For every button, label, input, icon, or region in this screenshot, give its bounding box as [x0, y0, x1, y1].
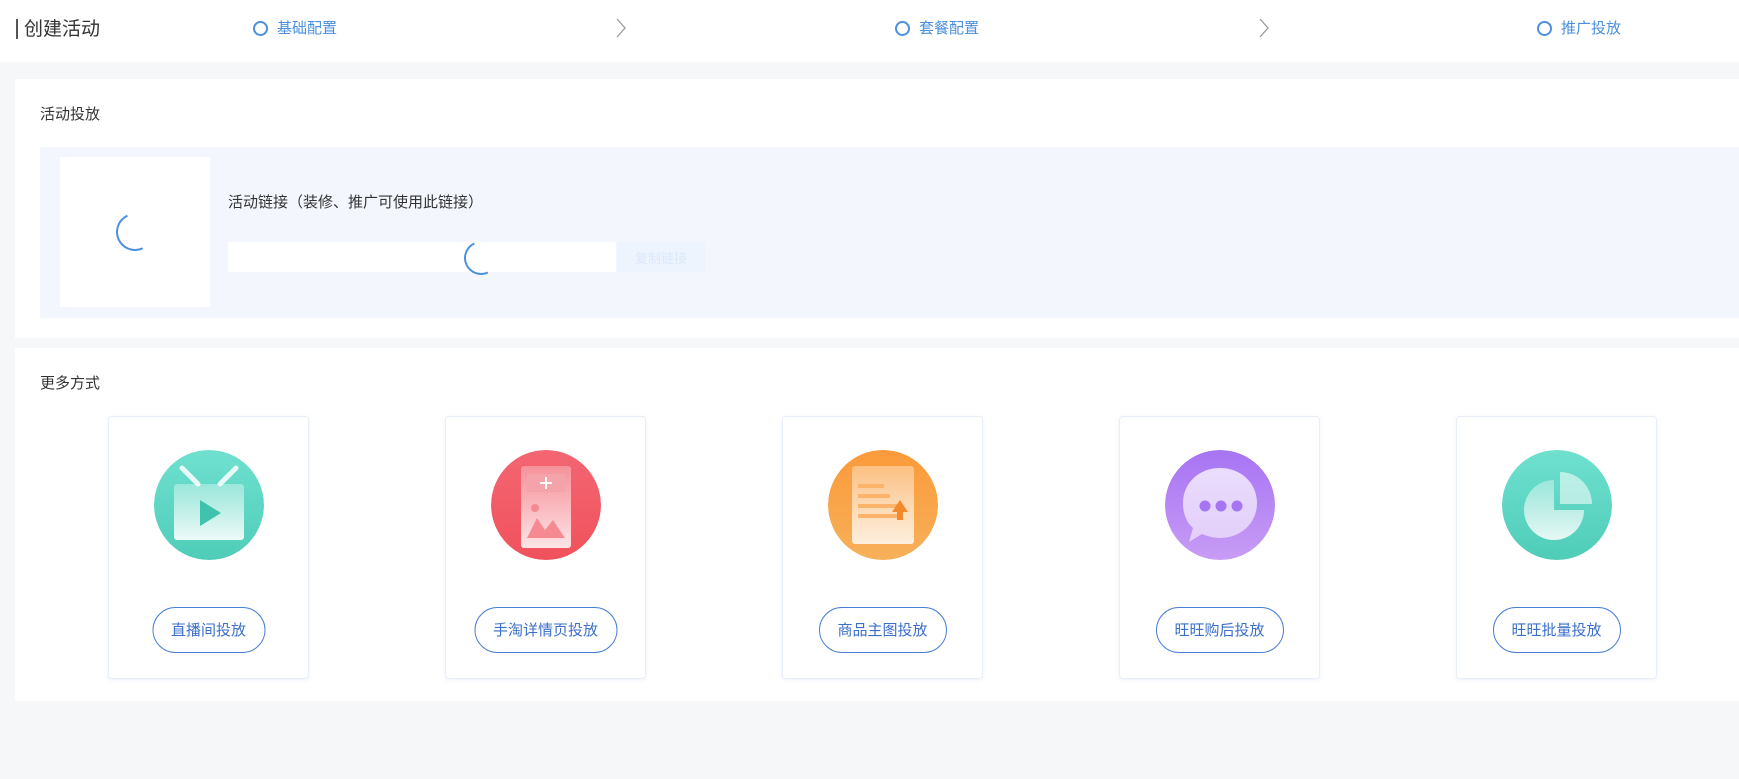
- step-label: 基础配置: [277, 19, 338, 37]
- section-title: 活动投放: [40, 105, 101, 123]
- step-label: 推广投放: [1561, 19, 1622, 37]
- wangwang-after-purchase-button[interactable]: 旺旺购后投放: [1155, 607, 1284, 653]
- wangwang-batch-button[interactable]: 旺旺批量投放: [1492, 607, 1621, 653]
- copy-link-button[interactable]: 复制链接: [617, 242, 705, 272]
- main-image-delivery-button[interactable]: 商品主图投放: [818, 607, 947, 653]
- step-circle-icon: [895, 20, 910, 36]
- link-label: 活动链接（装修、推广可使用此链接）: [228, 193, 484, 211]
- page-title-text: 创建活动: [24, 18, 101, 40]
- method-card-detail-page[interactable]: 手淘详情页投放: [445, 416, 646, 679]
- tv-play-icon: [154, 450, 264, 560]
- chevron-right-icon: [1259, 18, 1269, 38]
- method-card-wangwang-after-purchase[interactable]: 旺旺购后投放: [1119, 416, 1320, 679]
- step-circle-icon: [253, 20, 268, 36]
- section-title: 更多方式: [40, 374, 101, 392]
- campaign-link-input[interactable]: [228, 242, 616, 272]
- main-image-upload-icon: [828, 450, 938, 560]
- step-basic-config[interactable]: 基础配置: [253, 18, 337, 38]
- step-package-config[interactable]: 套餐配置: [895, 18, 979, 38]
- method-card-main-image[interactable]: 商品主图投放: [782, 416, 983, 679]
- chevron-right-icon: [616, 18, 626, 38]
- loading-spinner-icon: [110, 207, 160, 257]
- live-room-delivery-button[interactable]: 直播间投放: [151, 607, 266, 653]
- campaign-delivery-card: 活动投放 活动链接（装修、推广可使用此链接） 复制链接: [15, 79, 1739, 338]
- chat-bubble-icon: [1165, 450, 1275, 560]
- step-promotion[interactable]: 推广投放: [1537, 18, 1621, 38]
- qr-code-placeholder: [60, 157, 210, 307]
- detail-page-delivery-button[interactable]: 手淘详情页投放: [473, 607, 618, 653]
- page-title: 创建活动: [16, 16, 100, 42]
- link-panel: 活动链接（装修、推广可使用此链接） 复制链接: [40, 147, 1739, 318]
- step-circle-icon: [1537, 20, 1552, 36]
- more-methods-card: 更多方式 直播间投放 手淘详情页投放 商品主图投放 旺旺购后投放 旺旺批量投放: [15, 348, 1739, 701]
- detail-page-icon: [491, 450, 601, 560]
- title-divider: [16, 19, 18, 39]
- top-bar: 创建活动 基础配置 套餐配置 推广投放: [0, 0, 1739, 62]
- method-card-wangwang-batch[interactable]: 旺旺批量投放: [1456, 416, 1657, 679]
- method-card-live-room[interactable]: 直播间投放: [108, 416, 309, 679]
- pie-chart-icon: [1502, 450, 1612, 560]
- step-label: 套餐配置: [919, 19, 980, 37]
